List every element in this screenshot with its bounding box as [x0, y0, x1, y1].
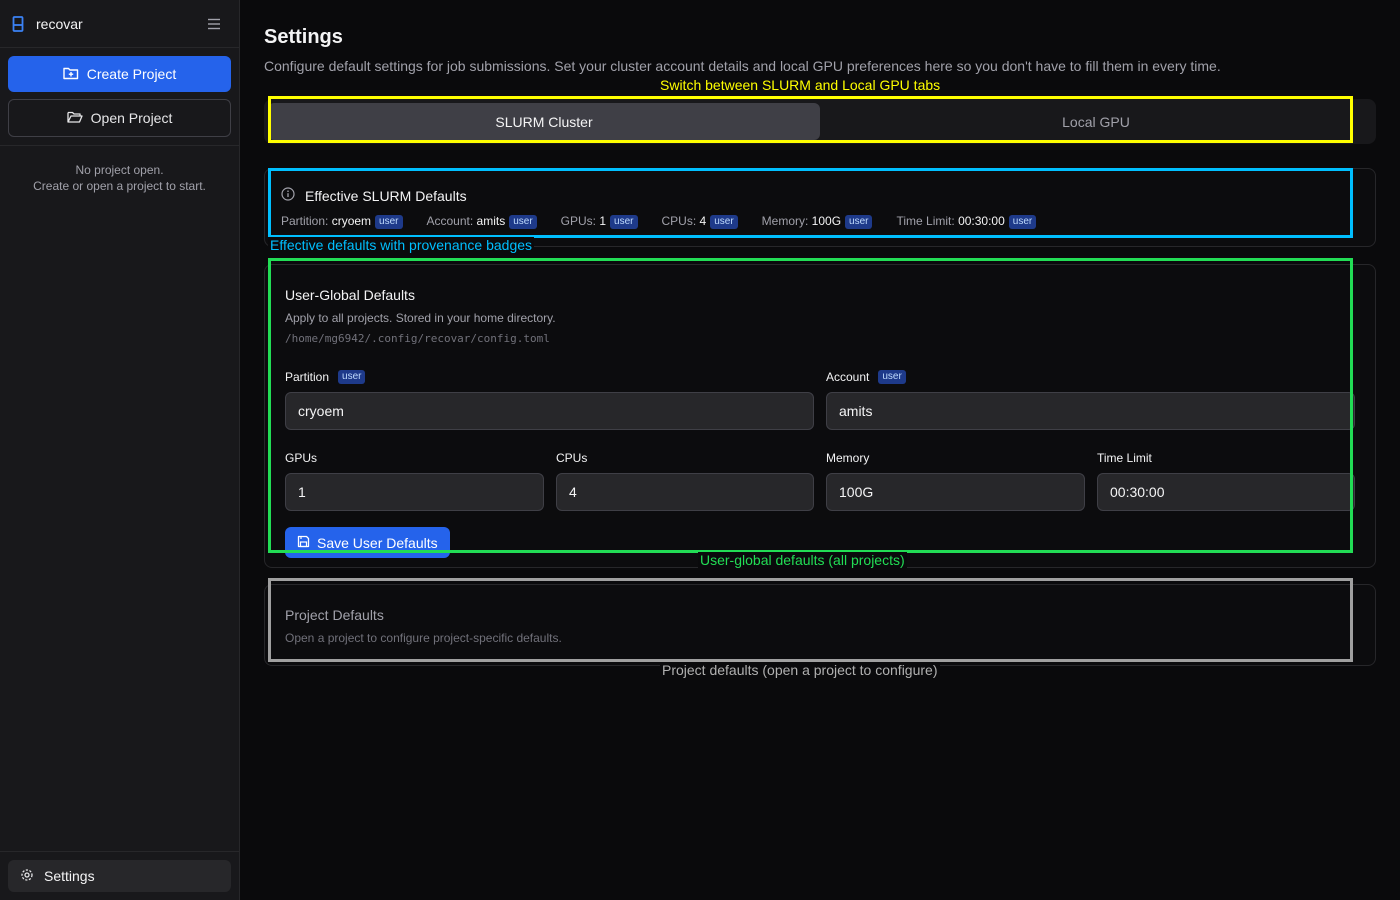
settings-nav-button[interactable]: Settings	[8, 860, 231, 892]
no-project-line1: No project open.	[75, 163, 164, 177]
gpus-input[interactable]: 1	[285, 473, 544, 511]
effective-partition: Partition: cryoem user	[281, 214, 403, 229]
user-defaults-title: User-Global Defaults	[285, 287, 415, 303]
memory-field: Memory 100G	[826, 448, 1085, 511]
create-project-label: Create Project	[86, 66, 177, 82]
effective-defaults-list: Partition: cryoem user Account: amits user…	[281, 214, 1359, 229]
memory-input[interactable]: 100G	[826, 473, 1085, 511]
sidebar-footer: Settings	[0, 851, 239, 900]
provenance-badge: user	[878, 370, 906, 384]
cpus-input[interactable]: 4	[556, 473, 814, 511]
folder-open-icon	[66, 110, 83, 127]
effective-defaults-card: Effective SLURM Defaults Partition: cryo…	[264, 168, 1376, 247]
page-subtitle: Configure default settings for job submi…	[264, 58, 1221, 74]
account-label: Account	[826, 370, 870, 384]
sidebar-header: recovar	[0, 0, 239, 48]
cpus-field: CPUs 4	[556, 448, 814, 511]
save-user-defaults-button[interactable]: Save User Defaults	[285, 527, 450, 558]
partition-label: Partition	[285, 370, 330, 384]
sidebar: recovar Create Project Open Project No p…	[0, 0, 240, 900]
provenance-badge: user	[710, 215, 738, 229]
effective-account: Account: amits user	[427, 214, 537, 229]
tab-slurm-cluster[interactable]: SLURM Cluster	[268, 103, 820, 140]
annotation-label-tabs: Switch between SLURM and Local GPU tabs	[658, 77, 943, 93]
sidebar-actions: Create Project Open Project	[0, 48, 239, 146]
open-project-button[interactable]: Open Project	[8, 99, 231, 137]
save-user-defaults-label: Save User Defaults	[317, 534, 438, 551]
provenance-badge: user	[375, 215, 403, 229]
time-limit-input[interactable]: 00:30:00	[1097, 473, 1355, 511]
time-limit-label: Time Limit	[1097, 451, 1152, 465]
settings-label: Settings	[44, 868, 95, 884]
tab-local-gpu[interactable]: Local GPU	[820, 103, 1372, 140]
menu-icon[interactable]	[207, 17, 223, 31]
time-limit-field: Time Limit 00:30:00	[1097, 448, 1355, 511]
project-defaults-card: Project Defaults Open a project to confi…	[264, 584, 1376, 666]
provenance-badge: user	[509, 215, 537, 229]
user-global-defaults-card: User-Global Defaults Apply to all projec…	[264, 264, 1376, 568]
gpus-label: GPUs	[285, 451, 318, 465]
effective-memory-label: Memory:	[761, 214, 809, 228]
project-defaults-desc: Open a project to configure project-spec…	[285, 631, 562, 645]
app-name: recovar	[36, 15, 83, 32]
effective-cpus-label: CPUs:	[661, 214, 697, 228]
page-title: Settings	[264, 26, 343, 48]
effective-time-limit-value: 00:30:00	[958, 214, 1005, 228]
user-defaults-desc: Apply to all projects. Stored in your ho…	[285, 311, 556, 325]
effective-partition-value: cryoem	[331, 214, 372, 228]
effective-time-limit: Time Limit: 00:30:00 user	[896, 214, 1037, 229]
effective-time-limit-label: Time Limit:	[896, 214, 955, 228]
partition-input[interactable]: cryoem	[285, 392, 814, 430]
provenance-badge: user	[338, 370, 366, 384]
effective-defaults-title: Effective SLURM Defaults	[305, 187, 467, 204]
account-field: Account user amits	[826, 367, 1355, 430]
open-project-label: Open Project	[90, 110, 173, 126]
provenance-badge: user	[610, 215, 638, 229]
provenance-badge: user	[1008, 215, 1037, 229]
memory-label: Memory	[826, 451, 870, 465]
config-path: /home/mg6942/.config/recovar/config.toml	[285, 332, 550, 345]
no-project-message: No project open. Create or open a projec…	[0, 146, 239, 194]
effective-gpus-value: 1	[599, 214, 607, 228]
folder-plus-icon	[63, 66, 79, 83]
effective-gpus: GPUs: 1 user	[561, 214, 638, 229]
no-project-line2: Create or open a project to start.	[33, 179, 206, 193]
effective-memory-value: 100G	[811, 214, 842, 228]
project-defaults-title: Project Defaults	[285, 607, 384, 623]
info-icon	[281, 187, 295, 204]
app-logo-icon	[12, 15, 26, 32]
cpus-label: CPUs	[556, 451, 588, 465]
gear-icon	[20, 868, 34, 885]
effective-memory: Memory: 100G user	[762, 214, 873, 229]
effective-gpus-label: GPUs:	[560, 214, 597, 228]
save-icon	[297, 535, 310, 551]
partition-field: Partition user cryoem	[285, 367, 814, 430]
effective-account-label: Account:	[426, 214, 474, 228]
effective-cpus: CPUs: 4 user	[662, 214, 738, 229]
settings-tabs: SLURM Cluster Local GPU	[264, 99, 1376, 144]
effective-cpus-value: 4	[699, 214, 707, 228]
gpus-field: GPUs 1	[285, 448, 544, 511]
account-input[interactable]: amits	[826, 392, 1355, 430]
effective-partition-label: Partition:	[281, 214, 329, 228]
provenance-badge: user	[845, 215, 873, 229]
create-project-button[interactable]: Create Project	[8, 56, 231, 92]
effective-account-value: amits	[476, 214, 506, 228]
